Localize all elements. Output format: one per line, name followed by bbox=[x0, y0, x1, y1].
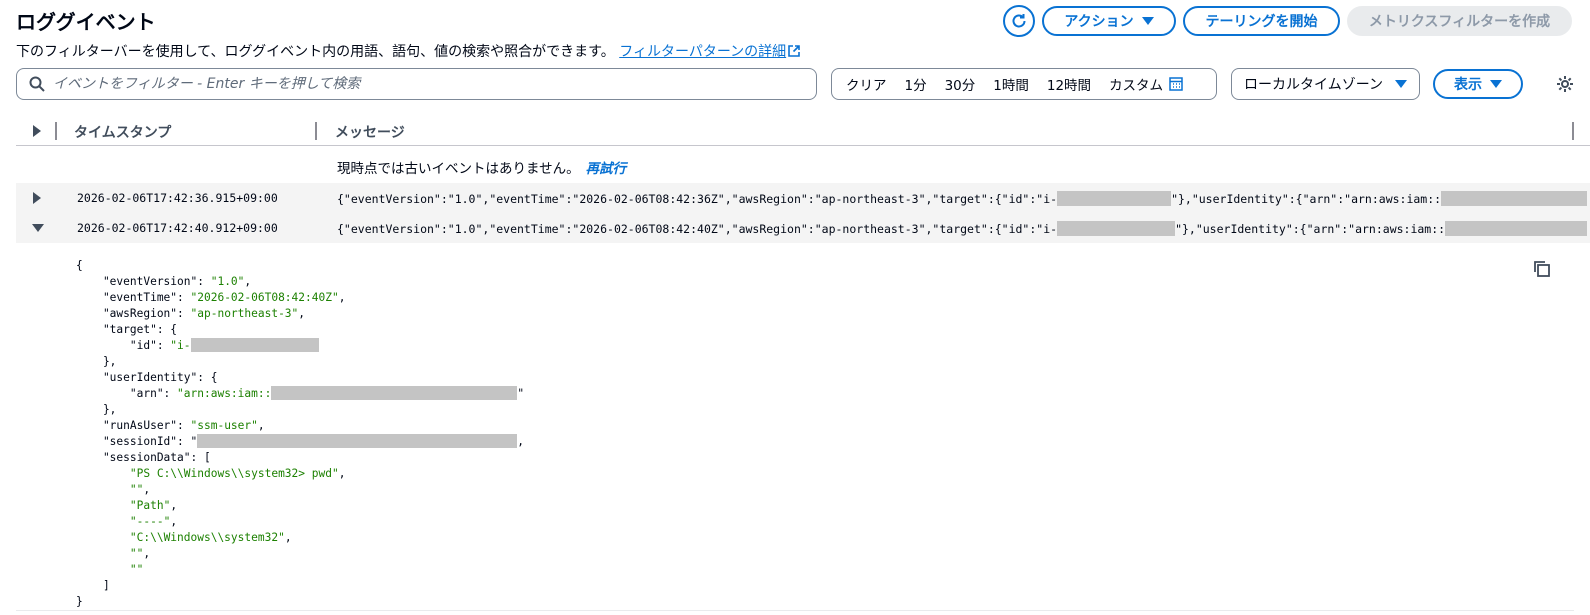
create-metric-filter-button[interactable]: メトリクスフィルターを作成 bbox=[1347, 6, 1572, 36]
display-button-label: 表示 bbox=[1454, 77, 1482, 93]
caret-down-icon bbox=[1490, 80, 1502, 88]
page-description: 下のフィルターバーを使用して、ロググイベント内の用語、語句、値の検索や照合ができ… bbox=[16, 41, 800, 61]
actions-button[interactable]: アクション bbox=[1042, 6, 1176, 36]
range-30min[interactable]: 30分 bbox=[936, 74, 985, 94]
gear-icon[interactable] bbox=[1556, 75, 1574, 93]
redacted-block bbox=[1057, 191, 1172, 206]
event-filter-search[interactable] bbox=[16, 68, 817, 100]
table-row[interactable]: 2026-02-06T17:42:36.915+09:00 {"eventVer… bbox=[16, 183, 1590, 213]
json-value: "ssm-user" bbox=[190, 419, 258, 432]
row-timestamp: 2026-02-06T17:42:36.915+09:00 bbox=[77, 191, 278, 205]
actions-button-label: アクション bbox=[1064, 14, 1134, 30]
table-row-expanded[interactable]: 2026-02-06T17:42:40.912+09:00 {"eventVer… bbox=[16, 213, 1590, 243]
row-message: {"eventVersion":"1.0","eventTime":"2026-… bbox=[337, 191, 1587, 206]
search-icon bbox=[29, 76, 45, 92]
event-json-detail: { "eventVersion": "1.0", "eventTime": "2… bbox=[76, 259, 525, 608]
range-1min[interactable]: 1分 bbox=[896, 74, 936, 94]
create-metric-filter-label: メトリクスフィルターを作成 bbox=[1368, 14, 1551, 30]
timezone-select[interactable]: ローカルタイムゾーン bbox=[1231, 68, 1420, 100]
redacted-block bbox=[197, 434, 518, 448]
json-value: "i- bbox=[170, 339, 191, 352]
table-header: タイムスタンプ メッセージ bbox=[16, 116, 1590, 146]
display-button[interactable]: 表示 bbox=[1433, 69, 1523, 99]
message-text: "},"userIdentity":{"arn":"arn:aws:iam:: bbox=[1171, 192, 1442, 206]
start-tailing-label: テーリングを開始 bbox=[1205, 14, 1318, 30]
redacted-block bbox=[1057, 221, 1176, 236]
json-value: "----" bbox=[129, 515, 171, 528]
json-value: "PS C:\\Windows\\system32> pwd" bbox=[129, 467, 339, 480]
json-value: "" bbox=[129, 483, 144, 496]
retry-link[interactable]: 再試行 bbox=[586, 161, 627, 177]
redacted-block bbox=[1441, 191, 1587, 206]
divider bbox=[16, 610, 1574, 611]
copy-icon[interactable] bbox=[1533, 260, 1551, 278]
row-timestamp: 2026-02-06T17:42:40.912+09:00 bbox=[77, 221, 278, 235]
json-value: "2026-02-06T08:42:40Z" bbox=[190, 291, 339, 304]
column-header-message[interactable]: メッセージ bbox=[335, 122, 405, 142]
json-value: "C:\\Windows\\system32" bbox=[129, 531, 285, 544]
range-1hour[interactable]: 1時間 bbox=[984, 74, 1038, 94]
calendar-icon bbox=[1169, 77, 1183, 91]
external-link-icon bbox=[788, 45, 800, 57]
expand-row-icon[interactable] bbox=[33, 192, 41, 204]
json-value: "arn:aws:iam:: bbox=[177, 387, 272, 400]
no-older-events-text: 現時点では古いイベントはありません。 bbox=[337, 161, 580, 177]
collapse-row-icon[interactable] bbox=[32, 224, 44, 232]
json-value: "1.0" bbox=[210, 275, 245, 288]
json-value: "Path" bbox=[129, 499, 171, 512]
message-text: "},"userIdentity":{"arn":"arn:aws:iam:: bbox=[1175, 222, 1446, 236]
json-value: "" bbox=[129, 563, 144, 576]
message-text: {"eventVersion":"1.0","eventTime":"2026-… bbox=[337, 192, 1058, 206]
filter-pattern-link-label: フィルターパターンの詳細 bbox=[619, 44, 787, 60]
json-value: "ap-northeast-3" bbox=[190, 307, 299, 320]
message-text: {"eventVersion":"1.0","eventTime":"2026-… bbox=[337, 222, 1058, 236]
page-title: ロググイベント bbox=[16, 10, 156, 34]
range-custom-label: カスタム bbox=[1109, 78, 1164, 94]
start-tailing-button[interactable]: テーリングを開始 bbox=[1183, 6, 1340, 36]
search-input[interactable] bbox=[53, 76, 793, 92]
range-custom[interactable]: カスタム bbox=[1100, 74, 1192, 94]
expand-all-icon[interactable] bbox=[33, 125, 41, 137]
column-divider[interactable] bbox=[315, 122, 317, 140]
caret-down-icon bbox=[1395, 80, 1407, 88]
row-message: {"eventVersion":"1.0","eventTime":"2026-… bbox=[337, 221, 1587, 236]
range-12hours[interactable]: 12時間 bbox=[1038, 74, 1100, 94]
column-divider[interactable] bbox=[1572, 122, 1574, 140]
redacted-block bbox=[271, 386, 518, 400]
column-divider[interactable] bbox=[55, 122, 57, 140]
refresh-icon bbox=[1012, 14, 1026, 28]
description-text: 下のフィルターバーを使用して、ロググイベント内の用語、語句、値の検索や照合ができ… bbox=[16, 44, 615, 60]
redacted-block bbox=[190, 338, 319, 352]
caret-down-icon bbox=[1141, 17, 1154, 25]
column-header-timestamp[interactable]: タイムスタンプ bbox=[74, 122, 171, 142]
json-value: "" bbox=[129, 547, 144, 560]
refresh-button[interactable] bbox=[1003, 5, 1035, 37]
time-range-selector: クリア 1分 30分 1時間 12時間 カスタム bbox=[831, 68, 1217, 100]
redacted-block bbox=[1445, 221, 1587, 236]
no-older-events-notice: 現時点では古いイベントはありません。 再試行 bbox=[337, 157, 626, 177]
timezone-value: ローカルタイムゾーン bbox=[1244, 77, 1384, 93]
filter-pattern-link[interactable]: フィルターパターンの詳細 bbox=[619, 44, 800, 60]
range-clear[interactable]: クリア bbox=[832, 74, 896, 94]
